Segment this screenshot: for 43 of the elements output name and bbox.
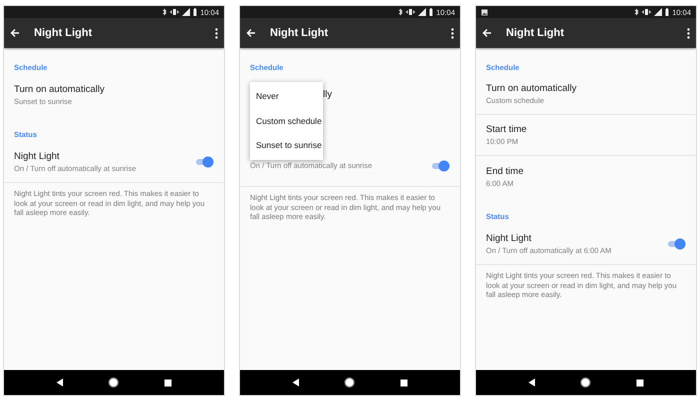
battery-icon [193,8,198,16]
menu-item[interactable]: Sunset to sunrise [250,133,323,158]
back-icon [292,378,300,387]
bluetooth-icon [398,8,404,16]
more-options-icon[interactable] [451,28,454,38]
setting-title: lly [323,89,332,100]
screen-title: Night Light [34,27,94,39]
battery-icon [429,8,434,16]
setting-title: Turn on automatically [486,83,576,94]
home-icon [108,377,120,388]
setting-title: Turn on automatically [14,84,104,94]
setting-title: Start time [486,124,527,135]
back-arrow-icon[interactable] [246,28,256,38]
setting-title: Night Light [14,150,60,162]
setting-title: End time [486,166,524,176]
toggle-switch[interactable] [430,160,450,172]
menu-item[interactable]: Custom schedule [250,108,323,133]
bluetooth-icon [162,8,168,16]
home-icon [580,377,592,388]
back-arrow-icon[interactable] [482,28,492,38]
recents-icon [164,378,172,386]
vibrate-icon [170,8,180,16]
back-icon [528,378,536,387]
recents-icon [400,378,408,386]
setting-title: Night Light [486,232,532,244]
bluetooth-icon [634,8,640,16]
toggle-switch[interactable] [194,156,214,168]
menu-item[interactable]: Never [250,84,323,108]
toggle-switch[interactable] [666,238,686,250]
more-options-icon[interactable] [687,28,690,38]
more-options-icon[interactable] [215,28,218,38]
screen-title: Night Light [506,27,566,39]
recents-icon [636,378,644,386]
back-arrow-icon[interactable] [10,28,20,38]
battery-icon [665,8,670,16]
vibrate-icon [406,8,416,16]
home-icon [344,377,356,388]
screen-title: Night Light [270,27,330,39]
signal-icon [182,8,190,16]
back-icon [56,378,64,387]
signal-icon [654,8,662,16]
vibrate-icon [642,8,652,16]
signal-icon [418,8,426,16]
